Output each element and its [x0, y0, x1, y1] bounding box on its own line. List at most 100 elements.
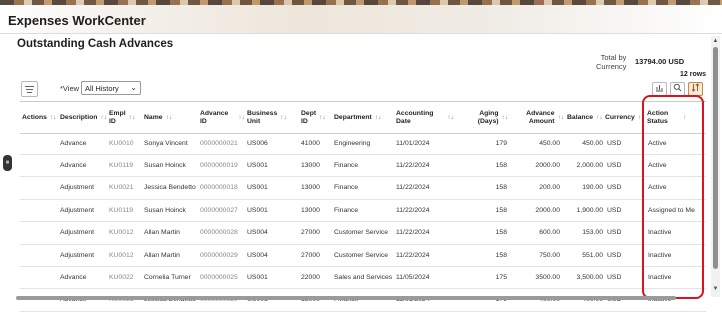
- column-currency-label: Currency: [605, 113, 635, 121]
- view-select-value: All History: [85, 84, 119, 93]
- cell-dept-id: 13000: [301, 161, 320, 169]
- column-accounting-date-label1: Accounting: [396, 109, 434, 117]
- column-description-label: Description: [60, 113, 98, 121]
- column-business-unit[interactable]: Business Unit ↑↓: [247, 102, 292, 133]
- horizontal-scrollbar[interactable]: [12, 295, 712, 301]
- cell-accounting-date: 11/22/2024: [396, 251, 430, 259]
- cell-advance-id: 0000000018: [200, 184, 238, 192]
- column-dept-id-label2: ID: [301, 117, 308, 125]
- cell-department: Sales and Services: [334, 273, 393, 281]
- filter-lines-icon[interactable]: [21, 81, 38, 97]
- scrollbar-thumb[interactable]: [713, 47, 718, 269]
- vertical-scrollbar[interactable]: ▲ ▼: [711, 36, 720, 297]
- column-accounting-date[interactable]: Accounting Date ↑↓: [396, 102, 456, 133]
- scroll-down-icon[interactable]: ▼: [712, 286, 719, 292]
- column-advance-amount-label2: Amount: [528, 117, 555, 125]
- sort-icon: ↑↓: [128, 113, 136, 121]
- cell-balance: 153.00: [582, 229, 603, 237]
- cell-aging: 158: [495, 184, 507, 192]
- cell-accounting-date: 11/22/2024: [396, 229, 430, 237]
- sort-icon: ↑↓: [100, 113, 107, 121]
- cell-dept-id: 22000: [301, 273, 320, 281]
- cell-department: Finance: [334, 161, 359, 169]
- column-advance-id[interactable]: Advance ID ↑↓: [200, 102, 245, 133]
- sort-icon: ↑↓: [637, 113, 645, 121]
- cell-aging: 179: [495, 139, 507, 147]
- sort-icon: ↑↓: [280, 113, 287, 121]
- column-currency[interactable]: Currency ↑↓: [605, 102, 645, 133]
- column-aging-label1: Aging: [479, 109, 499, 117]
- cell-business-unit: US001: [247, 206, 268, 214]
- cell-empl-id: KU0021: [109, 184, 134, 192]
- search-icon[interactable]: [670, 82, 685, 96]
- column-name-label: Name: [144, 113, 163, 121]
- cell-advance-amount: 3500.00: [535, 273, 560, 281]
- cell-action-status: Inactive: [648, 273, 672, 281]
- cell-balance: 2,000.00: [576, 161, 603, 169]
- cell-empl-id: KU0119: [109, 206, 134, 214]
- view-select[interactable]: All History ⌄: [81, 81, 141, 95]
- column-dept-id[interactable]: Dept ID ↑↓: [301, 102, 333, 133]
- table-row[interactable]: Advance KU0022 Cornelia Turner 0000000025 US…: [20, 266, 706, 290]
- cell-currency: USD: [607, 273, 622, 281]
- side-panel-handle[interactable]: ⏸: [3, 155, 12, 171]
- cell-name: Cornelia Turner: [144, 273, 191, 281]
- table-row[interactable]: Adjustment KU0012 Allan Martin 0000000028 US…: [20, 222, 706, 245]
- cell-department: Finance: [334, 184, 359, 192]
- sort-icon[interactable]: [688, 82, 703, 96]
- row-count: 12 rows: [680, 71, 707, 78]
- cell-business-unit: US001: [247, 184, 268, 192]
- total-value: 13794.00 USD: [635, 57, 685, 66]
- cell-advance-amount: 600.00: [539, 229, 560, 237]
- cell-balance: 190.00: [582, 184, 603, 192]
- cell-action-status: Inactive: [648, 229, 672, 237]
- table-row[interactable]: Advance KU0119 Susan Hoinck 0000000019 US001…: [20, 154, 706, 178]
- column-action-status[interactable]: Action Status ↑: [647, 102, 699, 133]
- cell-description: Adjustment: [60, 206, 95, 214]
- cell-action-status: Active: [648, 139, 667, 147]
- cell-currency: USD: [607, 139, 622, 147]
- cell-dept-id: 27000: [301, 229, 320, 237]
- cell-currency: USD: [607, 206, 622, 214]
- column-advance-amount[interactable]: Advance Amount ↑↓: [514, 102, 564, 133]
- column-action-status-label2: Status: [647, 117, 668, 125]
- cell-accounting-date: 11/05/2024: [396, 273, 430, 281]
- total-by-currency-label: Total by Currency: [596, 53, 626, 71]
- cell-action-status: Active: [648, 161, 667, 169]
- column-actions[interactable]: Actions ↑↓: [22, 102, 58, 133]
- cell-aging: 158: [495, 161, 507, 169]
- column-empl-id-label1: Empl: [109, 109, 126, 117]
- column-description[interactable]: Description ↑↓: [60, 102, 110, 133]
- cell-name: Allan Martin: [144, 229, 180, 237]
- cell-advance-amount: 200.00: [539, 184, 560, 192]
- cell-name: Allan Martin: [144, 251, 180, 259]
- table-row[interactable]: Adjustment KU0021 Jessica Bendetto 00000000…: [20, 177, 706, 200]
- cell-accounting-date: 11/22/2024: [396, 184, 430, 192]
- column-balance[interactable]: Balance ↑↓: [567, 102, 607, 133]
- cell-action-status: Inactive: [648, 251, 672, 259]
- cell-department: Customer Service: [334, 251, 389, 259]
- scroll-up-icon[interactable]: ▲: [712, 38, 719, 44]
- chart-icon[interactable]: [652, 82, 667, 96]
- column-aging[interactable]: Aging (Days) ↑↓: [468, 102, 508, 133]
- horizontal-scrollbar-thumb[interactable]: [16, 296, 676, 300]
- sort-icon: ↑↓: [319, 113, 326, 121]
- cell-department: Customer Service: [334, 229, 389, 237]
- sort-icon: ↑↓: [557, 113, 565, 121]
- cell-dept-id: 41000: [301, 139, 320, 147]
- cell-accounting-date: 11/22/2024: [396, 161, 430, 169]
- sort-ascending-icon: ↑: [683, 113, 687, 121]
- column-name[interactable]: Name ↑↓: [144, 102, 198, 133]
- cell-description: Advance: [60, 161, 87, 169]
- cell-business-unit: US001: [247, 273, 268, 281]
- cell-currency: USD: [607, 161, 622, 169]
- cell-advance-id: 0000000029: [200, 251, 238, 259]
- sort-icon: ↑↓: [49, 113, 57, 121]
- table-row[interactable]: Adjustment KU0012 Allan Martin 0000000029 US…: [20, 244, 706, 267]
- column-department[interactable]: Department ↑↓: [334, 102, 394, 133]
- cell-balance: 450.00: [582, 139, 603, 147]
- table-row[interactable]: Advance KU0010 Sonya Vincent 0000000021 US00…: [20, 132, 706, 155]
- table-row[interactable]: Adjustment KU0119 Susan Hoinck 0000000027 US…: [20, 199, 706, 223]
- column-empl-id[interactable]: Empl ID ↑↓: [109, 102, 143, 133]
- cell-balance: 3,500.00: [576, 273, 603, 281]
